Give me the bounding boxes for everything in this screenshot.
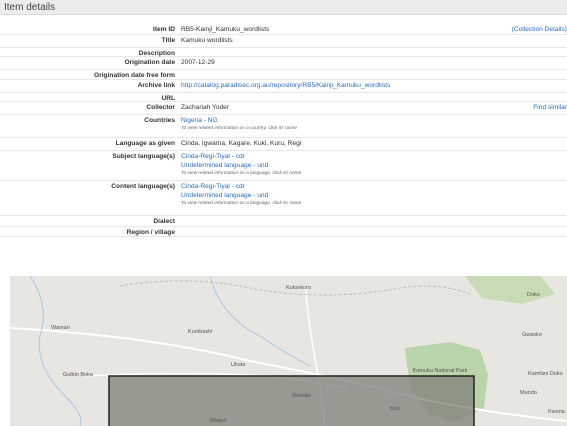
park-area: [465, 276, 555, 304]
row-countries: Countries Nigeria - NG To view related i…: [0, 115, 567, 138]
section-header: Item details: [0, 0, 567, 15]
title-value: Kamuku wordlists: [181, 37, 233, 44]
subject-languages-hint: To view related information on a languag…: [181, 171, 302, 176]
map-place-label: Kumbashi: [188, 329, 213, 335]
map-place-label: Ukata: [231, 362, 246, 368]
map-place-label: Kwona: [548, 409, 565, 415]
country-link[interactable]: Nigeria - NG: [181, 117, 218, 124]
map-place-label: Wamari: [51, 325, 70, 331]
map-place-label: Kamfani Doko: [528, 371, 563, 377]
subject-language-link[interactable]: Cinda-Regi-Tiyal - cdr: [181, 152, 567, 161]
countries-label: Countries: [144, 117, 175, 124]
find-similar-link[interactable]: Find similar: [533, 103, 567, 112]
collector-cell: Zachariah Yoder Find similar: [178, 102, 567, 114]
collector-label: Collector: [146, 104, 175, 111]
map-place-label: Doko: [527, 292, 540, 298]
language-as-given-value: Cinda, Igwama, Kagare, Kuki, Kuru, Regi: [181, 140, 302, 147]
row-collector: Collector Zachariah Yoder Find similar: [0, 102, 567, 115]
countries-cell: Nigeria - NG To view related information…: [178, 115, 567, 137]
content-languages-hint: To view related information on a languag…: [181, 201, 302, 206]
row-region-village: Region / village: [0, 227, 567, 237]
row-origination-date-free-form: Origination date free form: [0, 70, 567, 80]
description-label: Description: [138, 50, 175, 57]
map-place-label: Kotonkoro: [286, 285, 312, 291]
archive-link-label: Archive link: [137, 82, 175, 89]
row-archive-link: Archive link http://catalog.paradisec.or…: [0, 80, 567, 93]
row-title: Title Kamuku wordlists: [0, 35, 567, 48]
content-language-link[interactable]: Cinda-Regi-Tiyal - cdr: [181, 182, 567, 191]
row-url: URL: [0, 93, 567, 102]
countries-hint: To view related information on a country…: [181, 126, 297, 131]
region-village-label: Region / village: [126, 229, 175, 236]
map-place-label: Gwasko: [522, 332, 542, 338]
collection-details-link[interactable]: (Collection Details): [512, 25, 567, 34]
section-title: Item details: [4, 2, 56, 13]
url-label: URL: [161, 95, 175, 102]
map-place-label: Mando: [520, 390, 537, 396]
row-description: Description: [0, 48, 567, 57]
content-languages-label: Content language(s): [111, 183, 175, 190]
content-language-link[interactable]: Undetermined language - und: [181, 191, 567, 200]
map-place-label: Wamba: [292, 393, 311, 399]
item-id-value: RB5-Kainji_Kamuku_wordlists: [181, 26, 270, 33]
item-id-label: Item ID: [153, 26, 175, 33]
map-canvas: [10, 276, 567, 426]
row-origination-date: Origination date 2007-12-29: [0, 57, 567, 70]
content-languages-cell: Cinda-Regi-Tiyal - cdr Undetermined lang…: [178, 181, 567, 215]
description-value: [178, 48, 567, 56]
region-selection: [108, 375, 475, 426]
region-village-value: [178, 227, 567, 236]
row-language-as-given: Language as given Cinda, Igwama, Kagare,…: [0, 138, 567, 151]
map[interactable]: Kotonkoro Doko Wamari Kumbashi Gwasko Uk…: [10, 276, 567, 426]
language-as-given-label: Language as given: [115, 140, 175, 147]
origination-date-value: 2007-12-29: [181, 59, 215, 66]
map-place-label: Kamuku National Park: [412, 368, 468, 374]
row-subject-languages: Subject language(s) Cinda-Regi-Tiyal - c…: [0, 151, 567, 181]
collector-value: Zachariah Yoder: [181, 104, 230, 111]
subject-languages-cell: Cinda-Regi-Tiyal - cdr Undetermined lang…: [178, 151, 567, 180]
item-id-cell: RB5-Kainji_Kamuku_wordlists (Collection …: [178, 24, 567, 34]
url-value: [178, 93, 567, 101]
map-place-label: Makeri: [210, 418, 227, 424]
archive-link-value[interactable]: http://catalog.paradisec.org.au/reposito…: [178, 80, 567, 92]
subject-language-link[interactable]: Undetermined language - und: [181, 161, 567, 170]
dialect-label: Dialect: [153, 218, 175, 225]
dialect-value: [178, 216, 567, 226]
river: [29, 276, 82, 426]
row-content-languages: Content language(s) Cinda-Regi-Tiyal - c…: [0, 181, 567, 216]
origination-date-label: Origination date: [124, 59, 175, 66]
origination-date-free-form-label: Origination date free form: [94, 72, 175, 79]
origination-date-free-form-value: [178, 70, 567, 79]
map-place-label: Gulbin Boka: [63, 372, 93, 378]
row-item-id: Item ID RB5-Kainji_Kamuku_wordlists (Col…: [0, 24, 567, 35]
subject-languages-label: Subject language(s): [112, 153, 175, 160]
row-dialect: Dialect: [0, 216, 567, 227]
title-label: Title: [161, 37, 175, 44]
details-table: Item ID RB5-Kainji_Kamuku_wordlists (Col…: [0, 24, 567, 237]
map-place-label: Kiru: [390, 406, 400, 412]
